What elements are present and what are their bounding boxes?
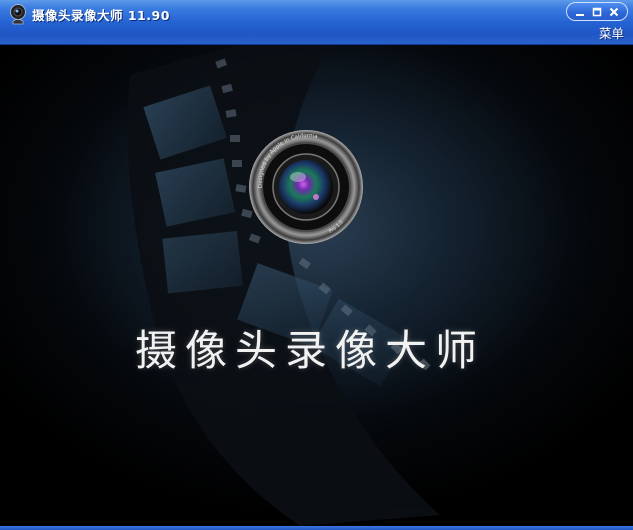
splash-title: 摄像头录像大师 (134, 326, 485, 375)
close-button[interactable] (606, 5, 622, 19)
splash-artwork: Designed by Apple in California Pro 1.0 (0, 45, 633, 526)
menu-button[interactable]: 菜单 (599, 23, 624, 42)
minimize-button[interactable] (572, 5, 588, 19)
maximize-icon (592, 7, 602, 16)
minimize-icon (575, 13, 584, 16)
app-window: 摄像头录像大师 11.90 菜单 Designed by Apple in Ca… (0, 0, 633, 530)
webcam-icon (8, 4, 28, 26)
bottom-border (0, 526, 633, 530)
maximize-button[interactable] (589, 5, 605, 19)
close-icon (610, 7, 619, 16)
title-bar[interactable]: 摄像头录像大师 11.90 菜单 (0, 0, 633, 45)
camera-lens-icon: Designed by Apple in California Pro 1.0 (249, 130, 363, 244)
window-title: 摄像头录像大师 11.90 (32, 8, 170, 23)
window-controls (566, 2, 628, 21)
splash-area: Designed by Apple in California Pro 1.0 … (0, 45, 633, 526)
